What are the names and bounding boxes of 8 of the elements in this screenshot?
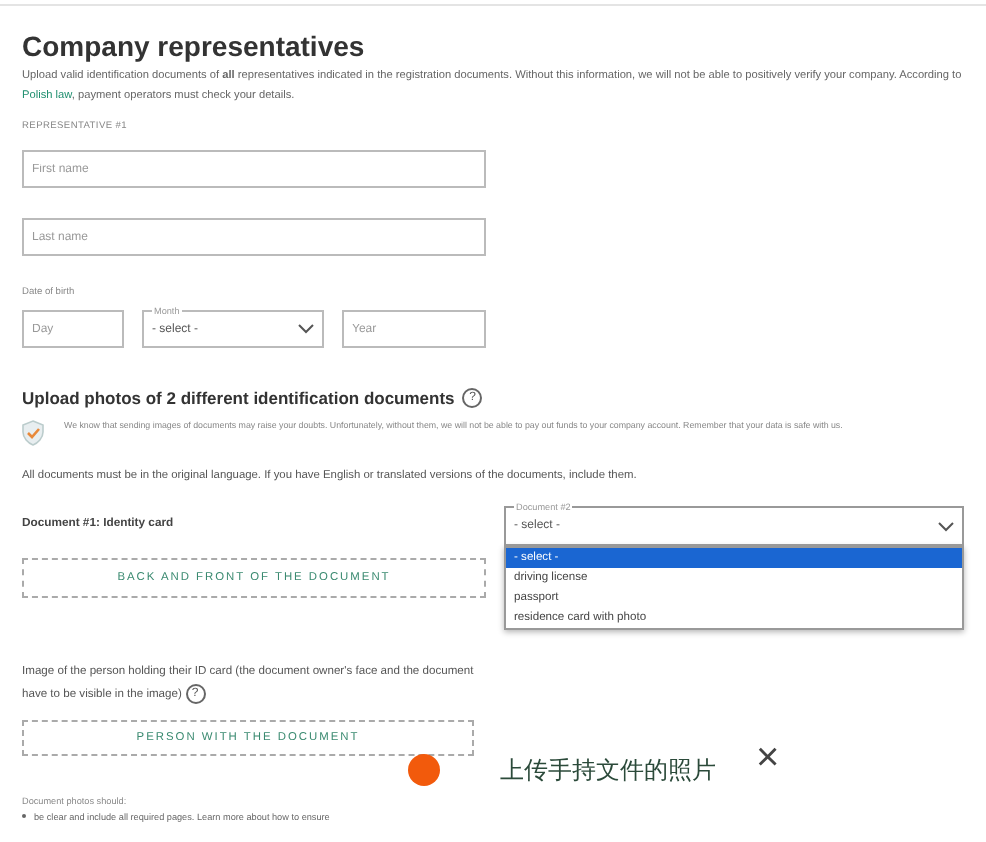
chevron-icon: [298, 324, 314, 334]
section-title: Company representatives: [22, 30, 367, 62]
shield-icon: [22, 420, 44, 446]
chevron-icon: [938, 521, 954, 531]
touch-marker: [408, 754, 440, 786]
upload-heading: Upload photos of 2 different identification documents: [22, 388, 455, 408]
caption-text: 上传手持文件的照片: [500, 754, 716, 788]
close-icon[interactable]: ×: [756, 738, 780, 778]
